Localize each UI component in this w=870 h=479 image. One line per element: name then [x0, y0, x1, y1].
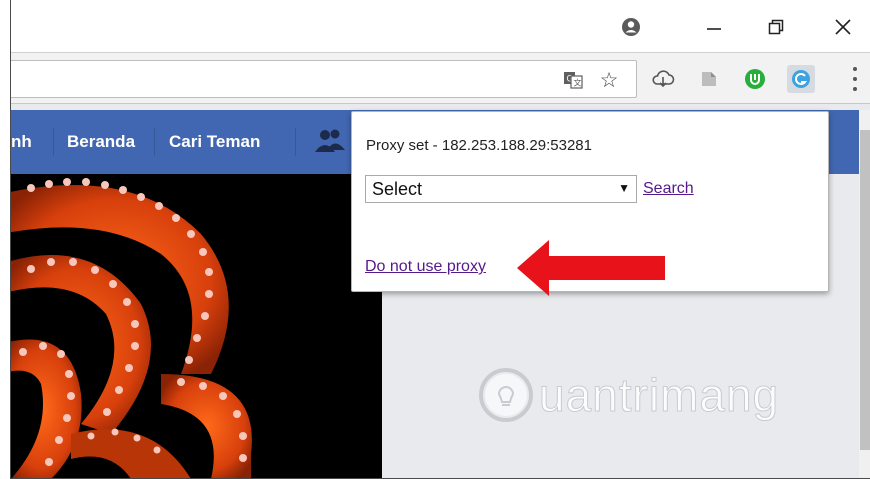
green-extension-icon[interactable]: [741, 65, 769, 93]
address-bar[interactable]: G文 ☆: [11, 60, 637, 98]
star-icon[interactable]: ☆: [598, 69, 620, 92]
red-arrow-icon: [517, 236, 667, 305]
do-not-use-proxy-link[interactable]: Do not use proxy: [365, 258, 486, 276]
nav-item-profile[interactable]: nh: [11, 132, 32, 152]
search-link[interactable]: Search: [643, 180, 694, 198]
proxy-extension-icon[interactable]: [787, 65, 815, 93]
nav-item-home[interactable]: Beranda: [67, 132, 135, 152]
friends-icon[interactable]: [313, 128, 347, 159]
scrollbar-thumb[interactable]: [860, 130, 870, 450]
svg-text:文: 文: [574, 78, 582, 88]
nav-divider: [154, 128, 155, 156]
cloud-extension-icon[interactable]: [649, 65, 677, 93]
page-scrollbar[interactable]: [859, 110, 870, 478]
octopus-photo: [11, 174, 382, 478]
nav-divider: [295, 128, 296, 156]
translate-icon[interactable]: G文: [562, 69, 584, 91]
browser-toolbar: G文 ☆: [11, 52, 870, 104]
watermark: uantrimang: [477, 366, 779, 424]
proxy-status-text: Proxy set - 182.253.188.29:53281: [366, 137, 592, 154]
restore-icon[interactable]: [756, 10, 796, 44]
nav-divider: [53, 128, 54, 156]
proxy-select-value: Select: [372, 178, 423, 199]
browser-window: G文 ☆ nh Beranda Cari Teman uantrimang Pr…: [10, 0, 870, 479]
lightbulb-icon: [479, 368, 533, 422]
title-bar: [11, 0, 870, 52]
minimize-icon[interactable]: [694, 10, 734, 44]
dropdown-arrow-icon: ▼: [618, 181, 630, 195]
nav-item-find-friends[interactable]: Cari Teman: [169, 132, 260, 152]
close-icon[interactable]: [823, 10, 863, 44]
gray-extension-icon[interactable]: [695, 65, 723, 93]
proxy-select[interactable]: Select ▼: [365, 175, 637, 203]
menu-icon[interactable]: [847, 67, 863, 91]
watermark-text: uantrimang: [538, 369, 780, 422]
profile-icon[interactable]: [611, 10, 651, 44]
